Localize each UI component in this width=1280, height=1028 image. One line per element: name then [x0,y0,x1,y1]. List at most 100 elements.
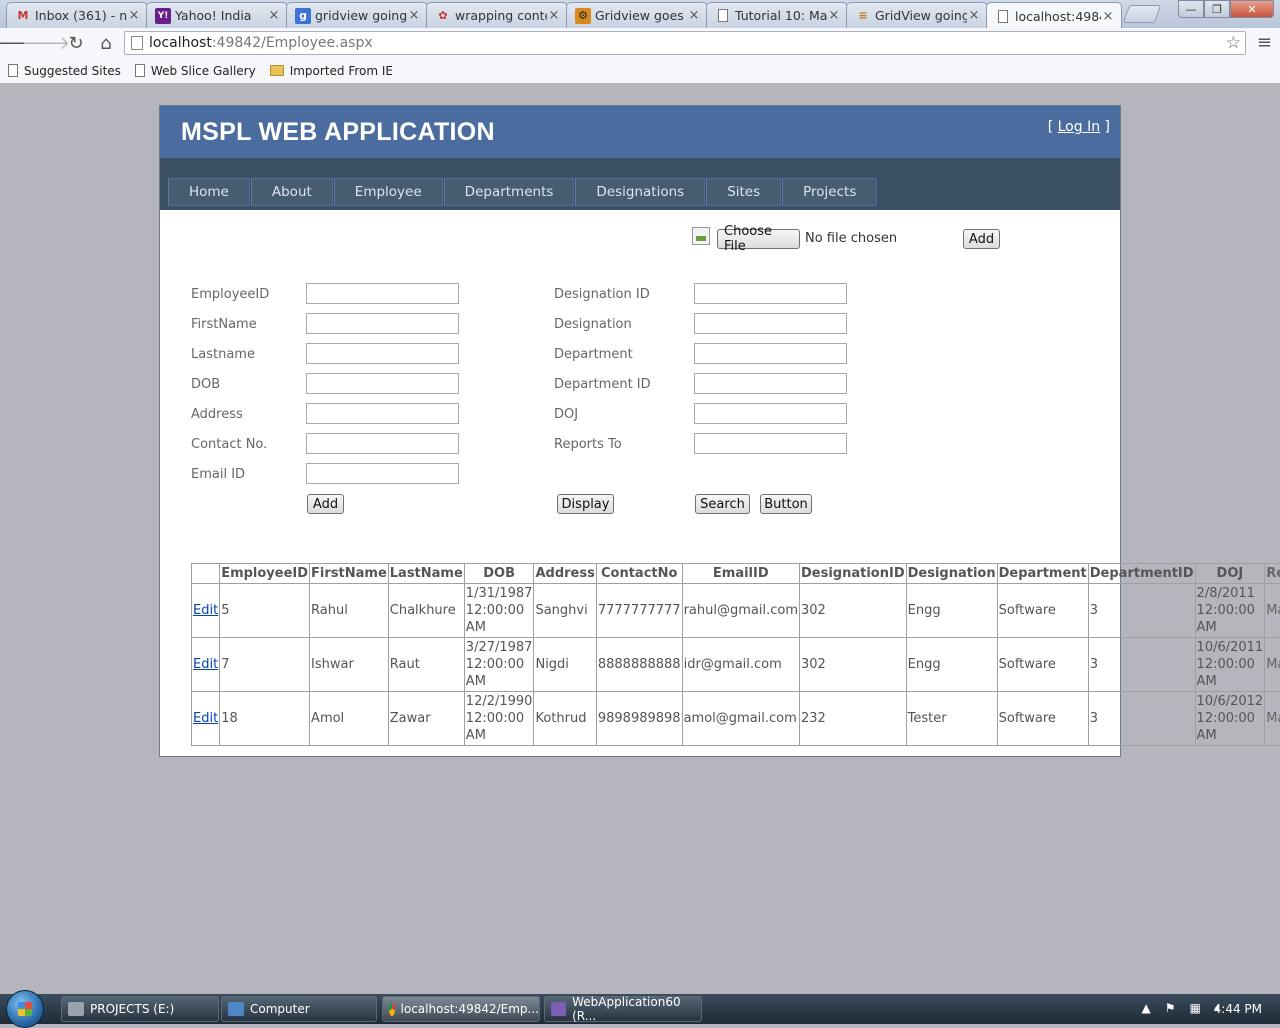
edit-link[interactable]: Edit [193,657,218,672]
grid-header-employee-id: EmployeeID [220,564,310,584]
page-icon [995,8,1011,24]
maximize-icon[interactable]: ❐ [1204,0,1230,18]
label-first-name: FirstName [191,317,257,332]
cell-doj: 2/8/2011 12:00:00 AM [1195,584,1265,638]
menu-item-employee[interactable]: Employee [334,178,443,206]
start-button[interactable] [6,990,44,1028]
department-id-input[interactable] [694,373,847,394]
contact-no-input[interactable] [306,433,459,454]
cell-department: Software [997,638,1088,692]
designation-input[interactable] [694,313,847,334]
browser-tab-localhost[interactable]: localhost:49842 × [986,2,1122,29]
cell-first-name: Amol [310,692,389,746]
close-icon[interactable]: × [547,8,561,23]
label-dob: DOB [191,377,220,392]
bookmark-suggested-sites[interactable]: Suggested Sites [8,64,121,78]
bookmark-star-icon[interactable]: ☆ [1226,33,1241,53]
menu-item-departments[interactable]: Departments [444,178,575,206]
browser-tab-google[interactable]: g gridview going × [286,2,428,28]
close-window-icon[interactable]: ✕ [1230,0,1274,18]
cell-doj: 10/6/2012 12:00:00 AM [1195,692,1265,746]
add-button[interactable]: Add [307,494,344,514]
cell-address: Nigdi [534,638,596,692]
browser-tab-yahoo[interactable]: Y! Yahoo! India × [146,2,288,28]
show-hidden-icons-icon[interactable]: ▲ [1141,1001,1150,1016]
taskbar-item-visual-studio[interactable]: WebApplication60 (R... [544,996,702,1022]
close-icon[interactable]: × [127,8,141,23]
label-contact-no: Contact No. [191,437,267,452]
close-icon[interactable]: × [407,8,421,23]
close-icon[interactable]: × [687,8,701,23]
menu-bar: Home About Employee Departments Designat… [160,158,1120,210]
cell-reports-to: Manager [1265,584,1280,638]
page-icon [131,36,143,50]
puzzle-icon: ✿ [435,8,451,24]
email-id-input[interactable] [306,463,459,484]
menu-item-designations[interactable]: Designations [575,178,705,206]
grid-header-reports-to: ReportsTo [1265,564,1280,584]
page-icon [135,64,145,77]
taskbar-clock[interactable]: 4:44 PM [1214,1002,1262,1016]
close-icon[interactable]: × [967,8,981,23]
address-bar[interactable]: localhost:49842/Employee.aspx ☆ [124,31,1246,55]
tab-title: GridView going [875,8,967,23]
search-button[interactable]: Search [695,494,750,514]
reload-icon[interactable]: ↻ [62,31,90,55]
close-icon[interactable]: × [267,8,281,23]
browser-tab-gridview-goes[interactable]: ⚙ Gridview goes c × [566,2,708,28]
upload-add-button[interactable]: Add [963,229,1000,249]
minimize-icon[interactable]: — [1178,0,1204,18]
grid-header-department: Department [997,564,1088,584]
login-link[interactable]: Log In [1058,119,1100,135]
last-name-input[interactable] [306,343,459,364]
cell-designation-id: 302 [799,584,906,638]
display-button[interactable]: Display [557,494,614,514]
bookmark-web-slice-gallery[interactable]: Web Slice Gallery [135,64,256,78]
forward-icon[interactable]: 🡒 [32,31,60,55]
bookmark-label: Imported From IE [290,64,393,78]
bookmark-imported-from-ie[interactable]: Imported From IE [270,64,393,78]
browser-tab-tutorial[interactable]: Tutorial 10: Mas × [706,2,848,28]
designation-id-input[interactable] [694,283,847,304]
cell-department: Software [997,692,1088,746]
menu-item-home[interactable]: Home [168,178,250,206]
wrench-menu-icon[interactable]: ≡ [1257,32,1272,53]
home-icon[interactable]: ⌂ [92,31,120,55]
grid-header-dob: DOB [464,564,534,584]
cell-dob: 1/31/1987 12:00:00 AM [464,584,534,638]
choose-file-button[interactable]: Choose File [717,229,800,249]
close-icon[interactable]: × [827,8,841,23]
first-name-input[interactable] [306,313,459,334]
edit-link[interactable]: Edit [193,603,218,618]
taskbar-item-computer[interactable]: Computer [221,996,377,1022]
reports-to-input[interactable] [694,433,847,454]
department-input[interactable] [694,343,847,364]
cell-department: Software [997,584,1088,638]
address-input[interactable] [306,403,459,424]
menu-item-sites[interactable]: Sites [706,178,781,206]
taskbar-item-projects-drive[interactable]: PROJECTS (E:) [61,996,219,1022]
gmail-icon: M [15,8,31,24]
network-icon[interactable]: ▦ [1189,1001,1200,1016]
chrome-icon [389,1002,395,1016]
broken-image-icon [692,227,710,245]
flag-icon[interactable]: ⚑ [1165,1001,1176,1016]
browser-tab-stackoverflow[interactable]: ≡ GridView going × [846,2,988,28]
cell-first-name: Rahul [310,584,389,638]
tab-title: Gridview goes c [595,8,687,23]
browser-tab-gmail[interactable]: M Inbox (361) - na × [6,2,148,28]
new-tab-button[interactable] [1123,5,1162,23]
dob-input[interactable] [306,373,459,394]
cell-email-id: rahul@gmail.com [682,584,799,638]
menu-item-about[interactable]: About [251,178,333,206]
browser-tab-wrapping[interactable]: ✿ wrapping conte × [426,2,568,28]
page-icon [8,64,18,77]
close-icon[interactable]: × [1101,9,1115,24]
employee-id-input[interactable] [306,283,459,304]
app-title: MSPL WEB APPLICATION [181,118,495,147]
doj-input[interactable] [694,403,847,424]
generic-button[interactable]: Button [760,494,812,514]
edit-link[interactable]: Edit [193,711,218,726]
menu-item-projects[interactable]: Projects [782,178,877,206]
taskbar-item-chrome[interactable]: localhost:49842/Emp... [382,996,540,1022]
